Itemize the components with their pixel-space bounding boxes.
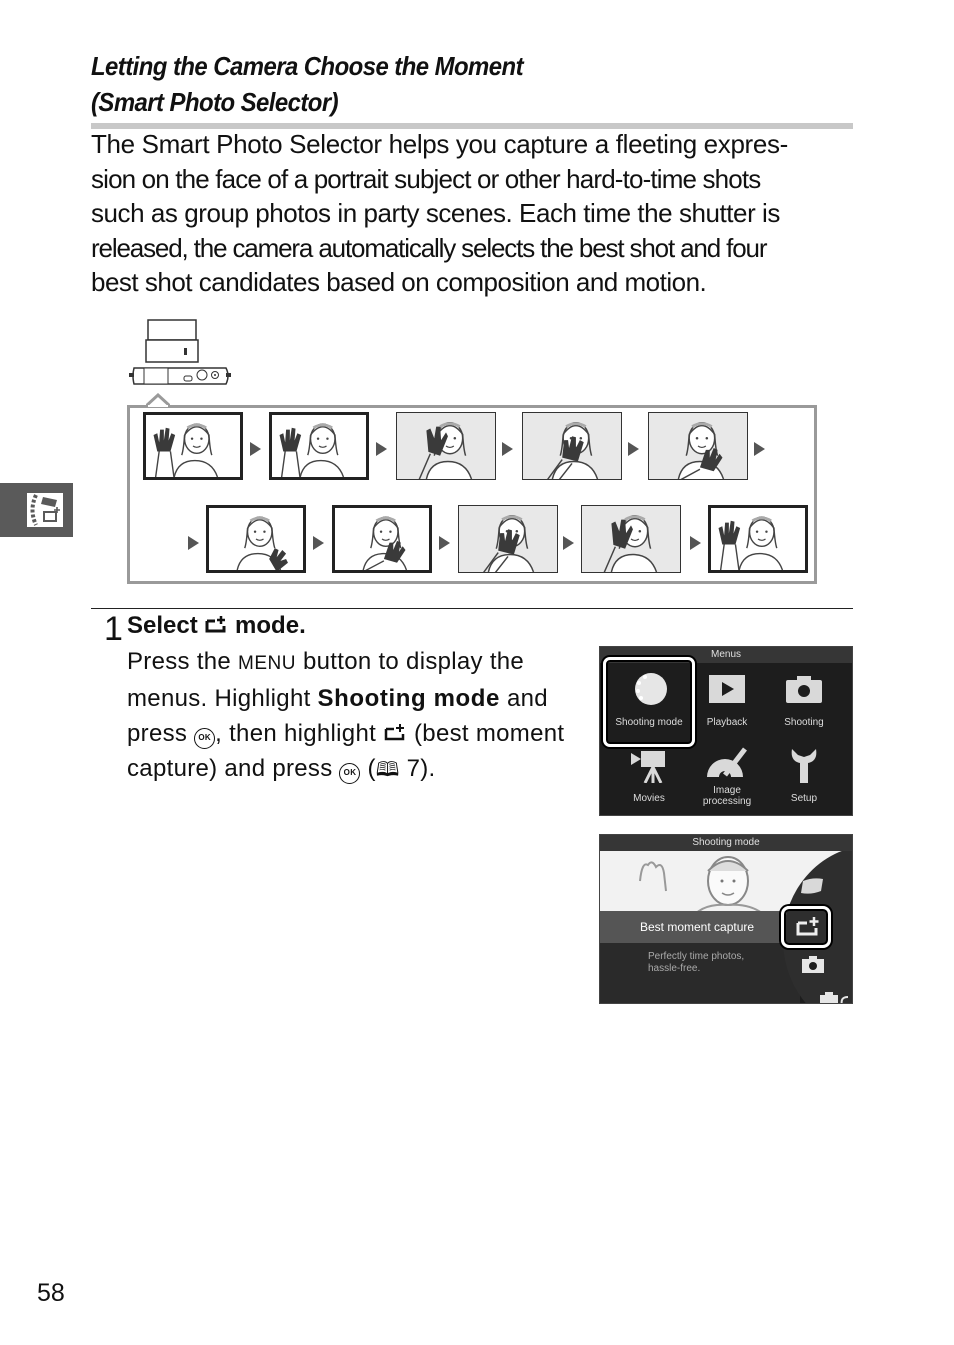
menu-item-label: processing: [702, 796, 752, 807]
sequence-arrow-icon: [502, 442, 513, 456]
camera-icon[interactable]: [802, 955, 824, 973]
shooting-mode-term: Shooting mode: [317, 685, 500, 712]
page-reference-icon: 🕮: [375, 759, 400, 781]
best-shot-frame: [269, 412, 369, 480]
camera-icon: [786, 676, 822, 703]
best-shot-frame: [206, 505, 306, 573]
intro-line: released, the camera automatically selec…: [91, 232, 767, 263]
callout-pointer: [146, 393, 170, 407]
menu-item-playback[interactable]: Playback: [685, 665, 769, 741]
description-line: hassle-free.: [648, 963, 701, 974]
step-text: Press the: [127, 648, 239, 675]
step-text: , then highlight: [215, 720, 384, 747]
mode-description: Perfectly time photos, hassle-free.: [648, 951, 744, 975]
menu-item-label: Shooting mode: [615, 717, 683, 728]
portrait-hand-at-shoulder-image: [209, 508, 303, 570]
sequence-arrow-icon: [754, 442, 765, 456]
sequence-arrow-icon: [563, 536, 574, 550]
menu-item-shooting-mode[interactable]: Shooting mode: [607, 665, 691, 741]
menu-button-label: MENU: [238, 653, 296, 674]
menu-item-movies[interactable]: Movies: [607, 743, 691, 815]
menu-item-label: Setup: [790, 793, 818, 804]
section-title: Letting the Camera Choose the Moment (Sm…: [91, 48, 524, 120]
candidate-frame: [458, 505, 558, 573]
best-shot-frame: [143, 412, 243, 480]
intro-line: such as group photos in party scenes. Ea…: [91, 198, 780, 228]
intro-line: best shot candidates based on compositio…: [91, 267, 707, 297]
best-moment-capture-icon: [384, 724, 405, 741]
intro-line: The Smart Photo Selector helps you captu…: [91, 129, 788, 159]
candidate-frame: [522, 412, 622, 480]
portrait-hand-over-eye-image: [397, 413, 495, 479]
portrait-hand-over-mouth-image: [523, 413, 621, 479]
candidate-frame: [581, 505, 681, 573]
portrait-wave-image: [711, 508, 805, 570]
menu-item-shooting[interactable]: Shooting: [762, 665, 846, 741]
sequence-arrow-icon: [690, 536, 701, 550]
menu-item-label: Image: [713, 785, 741, 796]
mode-dial-icon: [635, 673, 667, 705]
sequence-arrow-icon: [628, 442, 639, 456]
step-text: (: [360, 755, 376, 782]
menus-screen: Menus Shooting mode Playback Shooting Mo…: [599, 646, 853, 816]
best-shot-frame: [708, 505, 808, 573]
chapter-tab: [0, 483, 73, 537]
wrench-icon: [791, 749, 817, 783]
ok-button-icon: OK: [339, 763, 361, 784]
sequence-arrow-icon: [439, 536, 450, 550]
shooting-mode-screen: Best moment capture Perfectly time photo…: [599, 834, 853, 1004]
section-title-line2: (Smart Photo Selector): [91, 87, 339, 117]
step-heading-pre: Select: [127, 612, 205, 639]
section-title-line1: Letting the Camera Choose the Moment: [91, 51, 524, 81]
image-processing-icon: [707, 747, 747, 777]
candidate-frame: [396, 412, 496, 480]
selected-mode-label: Best moment capture: [600, 911, 800, 943]
menu-item-label: Shooting: [784, 717, 824, 728]
portrait-wave-image: [146, 415, 240, 477]
description-line: Perfectly time photos,: [648, 951, 745, 962]
page-number: 58: [37, 1279, 65, 1307]
step-heading: Select mode.: [127, 609, 306, 643]
portrait-hand-at-chin-image: [335, 508, 429, 570]
candidate-frame: [648, 412, 748, 480]
sequence-arrow-icon: [313, 536, 324, 550]
portrait-hand-over-mouth-image: [459, 506, 557, 572]
best-moment-capture-icon: [205, 616, 226, 633]
sequence-arrow-icon: [188, 536, 199, 550]
step-number: 1: [104, 610, 123, 648]
camera-top-view-icon: [129, 319, 231, 385]
best-moment-capture-icon[interactable]: [795, 915, 821, 937]
shooting-mode-dial-icon: [27, 493, 63, 527]
menu-item-image-processing[interactable]: Image processing: [685, 743, 769, 815]
intro-line: sion on the face of a portrait subject o…: [91, 163, 761, 194]
menu-item-label: Movies: [633, 793, 665, 804]
step-heading-post: mode.: [228, 612, 306, 639]
sequence-arrow-icon: [250, 442, 261, 456]
portrait-hand-at-chin-image: [649, 413, 747, 479]
ok-button-icon: OK: [194, 728, 216, 749]
menu-item-label: Playback: [706, 717, 748, 728]
intro-paragraph: The Smart Photo Selector helps you captu…: [91, 127, 853, 300]
step-text: ).: [420, 755, 436, 782]
page-reference: 7: [399, 755, 421, 782]
movie-camera-icon: [631, 751, 665, 783]
step-instructions: Press the MENU button to display the men…: [127, 644, 582, 788]
portrait-hand-over-eye-image: [582, 506, 680, 572]
portrait-wave-image: [272, 415, 366, 477]
creative-mode-icon[interactable]: [799, 877, 825, 895]
screen-title: Shooting mode: [600, 835, 852, 851]
menu-item-setup[interactable]: Setup: [762, 743, 846, 815]
sequence-arrow-icon: [376, 442, 387, 456]
playback-icon: [709, 675, 745, 703]
smart-camera-icon[interactable]: [820, 991, 850, 1004]
best-shot-frame: [332, 505, 432, 573]
